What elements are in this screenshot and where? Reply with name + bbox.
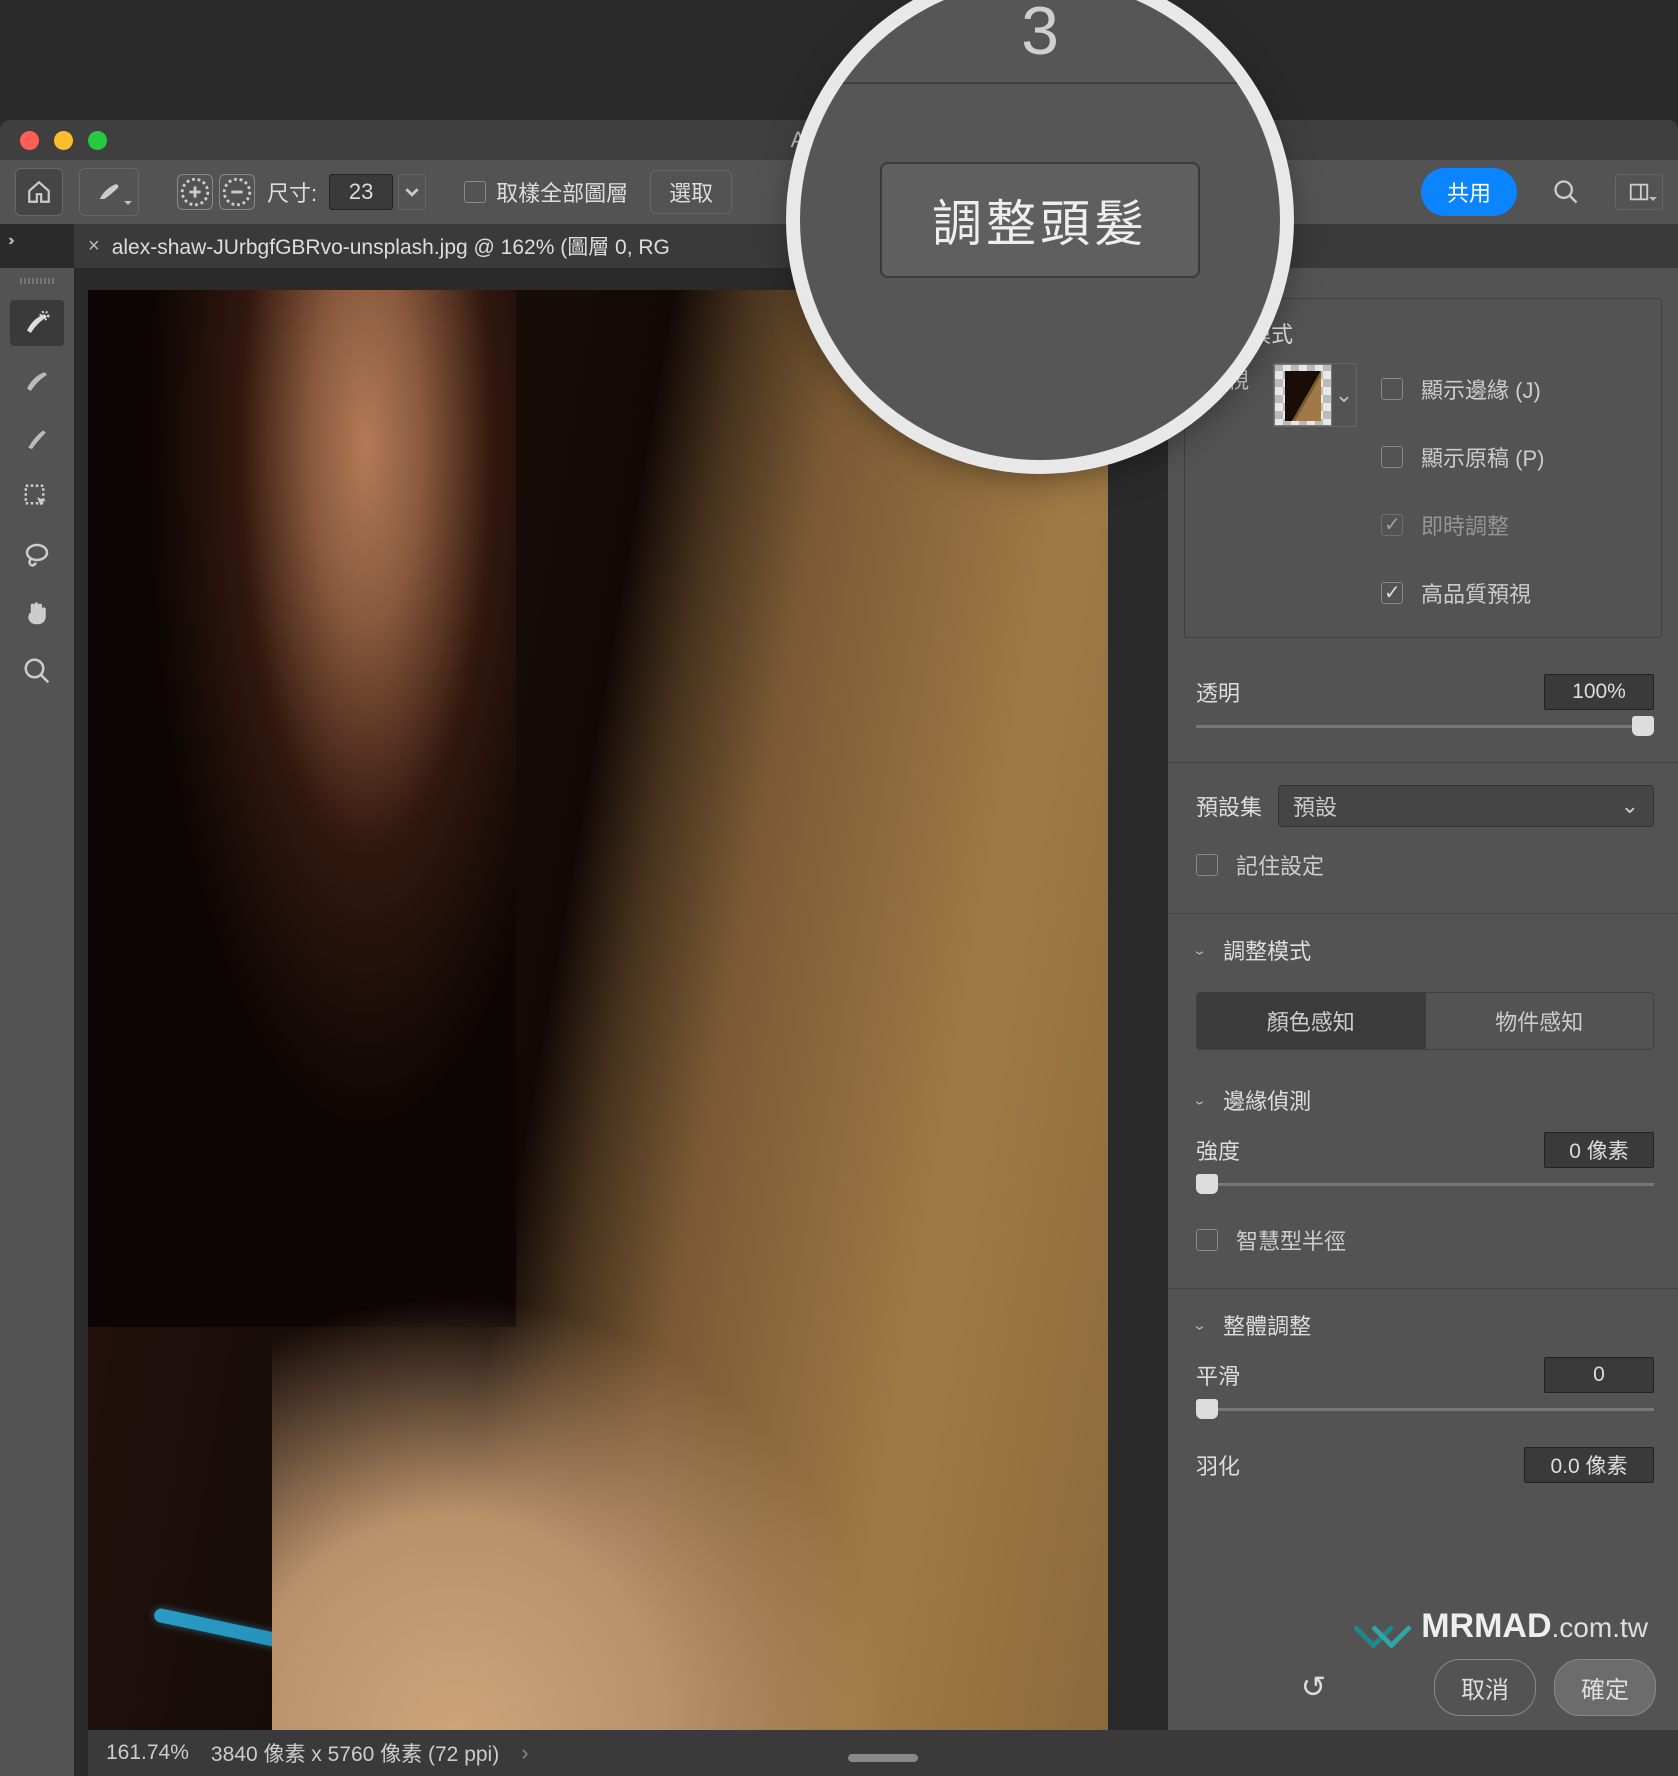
adjust-mode-section[interactable]: ⌄調整模式 [1168,918,1678,982]
tool-preset-picker[interactable] [79,168,139,216]
seg-object-aware[interactable]: 物件感知 [1425,993,1654,1049]
sample-all-layers-label: 取樣全部圖層 [496,176,628,208]
watermark-suffix: .com.tw [1552,1612,1648,1643]
edge-detect-section[interactable]: ⌄邊緣偵測 [1168,1068,1678,1132]
ok-button[interactable]: 確定 [1554,1659,1656,1716]
document-canvas[interactable] [88,290,1108,1730]
opacity-input[interactable] [1544,674,1654,710]
quick-select-tool[interactable] [10,300,64,346]
lasso-tool[interactable] [10,532,64,578]
tab-close-icon[interactable]: × [88,235,100,258]
brush-add-icon[interactable] [177,174,213,210]
smooth-slider[interactable] [1196,1397,1654,1423]
remember-settings-checkbox[interactable]: 記住設定 [1196,849,1654,881]
refine-edge-brush-tool[interactable] [10,358,64,404]
canvas-decoration [153,1608,635,1723]
select-subject-button[interactable]: 選取 [650,170,732,214]
checkbox-icon [464,181,486,203]
refine-hair-button[interactable]: 調整頭髮 [880,162,1200,278]
size-label: 尺寸: [267,176,317,208]
object-select-tool[interactable] [10,474,64,520]
opacity-label: 透明 [1196,676,1240,708]
preset-dropdown[interactable]: 預設⌄ [1278,785,1654,827]
show-original-checkbox[interactable]: 顯示原稿 (P) [1381,441,1641,473]
horizontal-scrollbar[interactable] [848,1754,918,1762]
close-window-button[interactable] [20,131,39,150]
strength-input[interactable] [1544,1132,1654,1168]
zoom-callout-overlay: 3 調整頭髮 [800,0,1280,460]
realtime-checkbox: 即時調整 [1381,509,1641,541]
feather-input[interactable] [1524,1447,1654,1483]
panel-grip-icon[interactable] [20,278,54,284]
minimize-window-button[interactable] [54,131,73,150]
panel-expand-left-icon[interactable]: ›› [8,232,11,250]
status-caret-icon[interactable]: › [521,1740,528,1766]
feather-label: 羽化 [1196,1449,1240,1481]
status-doc-info[interactable]: 3840 像素 x 5760 像素 (72 ppi) [211,1738,499,1768]
global-adjust-section[interactable]: ⌄整體調整 [1168,1293,1678,1357]
zoom-tool[interactable] [10,648,64,694]
workspace-layout-dropdown[interactable] [1615,174,1663,210]
view-thumbnail-dropdown[interactable]: ⌄ [1273,363,1357,427]
opacity-slider[interactable] [1196,714,1654,740]
panel-action-row: ↺ 取消 確定 [1434,1659,1656,1716]
document-tab-title[interactable]: alex-shaw-JUrbgfGBRvo-unsplash.jpg @ 162… [112,231,670,261]
size-dropdown-caret[interactable] [398,174,426,210]
hand-tool[interactable] [10,590,64,636]
view-mode-box: 檢視模式 檢視 ⌄ 顯示邊緣 (J) 顯示原稿 (P) 即時調整 高品質預視 [1184,298,1662,638]
refine-tool-strip [0,268,74,1776]
mode-segmented-control[interactable]: 顏色感知 物件感知 [1196,992,1654,1050]
search-icon[interactable] [1547,173,1585,211]
brush-size-input[interactable] [329,174,393,210]
share-button[interactable]: 共用 [1421,168,1517,216]
reset-icon[interactable]: ↺ [1301,1670,1326,1705]
brush-size-group: 尺寸: [177,174,426,210]
cancel-button[interactable]: 取消 [1434,1659,1536,1716]
preset-row: 預設集 預設⌄ 記住設定 [1168,767,1678,909]
hq-preview-checkbox[interactable]: 高品質預視 [1381,577,1641,609]
show-edge-checkbox[interactable]: 顯示邊緣 (J) [1381,373,1641,405]
watermark-logo-icon [1359,1606,1409,1646]
watermark: MRMAD.com.tw [1359,1606,1648,1646]
opacity-row: 透明 [1168,656,1678,758]
home-button[interactable] [15,168,63,216]
sample-all-layers-checkbox[interactable]: 取樣全部圖層 [464,176,628,208]
zoom-callout-fragment: 3 [1021,0,1059,70]
view-mode-title: 檢視模式 [1205,317,1641,349]
strength-label: 強度 [1196,1134,1240,1166]
traffic-lights [20,131,107,150]
view-thumbnail-icon [1274,364,1332,426]
preset-label: 預設集 [1196,790,1262,822]
zoom-window-button[interactable] [88,131,107,150]
strength-slider[interactable] [1196,1172,1654,1198]
smooth-label: 平滑 [1196,1359,1240,1391]
brush-sub-icon[interactable] [219,174,255,210]
seg-color-aware[interactable]: 顏色感知 [1197,993,1425,1049]
brush-tool[interactable] [10,416,64,462]
status-zoom[interactable]: 161.74% [106,1741,189,1765]
smart-radius-checkbox[interactable]: 智慧型半徑 [1196,1224,1654,1256]
select-and-mask-panel: 檢視模式 檢視 ⌄ 顯示邊緣 (J) 顯示原稿 (P) 即時調整 高品質預視 透… [1168,268,1678,1730]
watermark-brand: MRMAD [1421,1607,1551,1645]
smooth-input[interactable] [1544,1357,1654,1393]
status-bar: 161.74% 3840 像素 x 5760 像素 (72 ppi) › [88,1730,1678,1776]
